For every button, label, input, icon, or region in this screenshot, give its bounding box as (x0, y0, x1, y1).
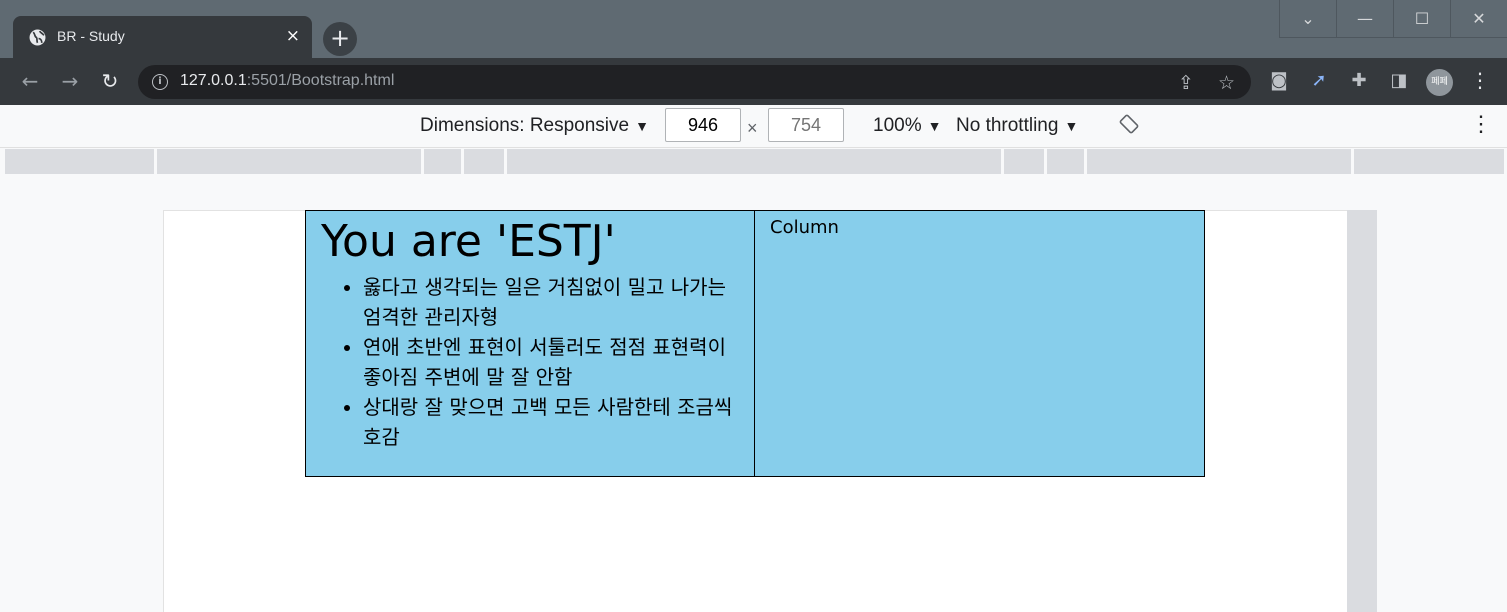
column-left: You are 'ESTJ' 옳다고 생각되는 일은 거침없이 밀고 나가는 엄… (305, 210, 755, 477)
zoom-dropdown[interactable]: 100% ▼ (873, 115, 941, 137)
page-heading: You are 'ESTJ' (321, 216, 616, 267)
close-window-icon[interactable]: ✕ (1450, 0, 1507, 38)
window-controls: ⌄ — ☐ ✕ (1279, 0, 1507, 38)
browser-tab[interactable]: BR - Study × (13, 16, 312, 58)
throttling-value: No throttling (956, 115, 1059, 136)
cursor-extension-icon[interactable]: ➚ (1307, 70, 1331, 91)
site-info-icon[interactable]: i (152, 74, 168, 90)
forward-icon[interactable]: → (57, 68, 83, 94)
list-item: 연애 초반엔 표현이 서툴러도 점점 표현력이 좋아짐 주변에 말 잘 안함 (363, 332, 739, 392)
url-host: 127.0.0.1 (180, 72, 247, 89)
dimensions-label: Dimensions: Responsive (420, 115, 630, 136)
list-item: 옳다고 생각되는 일은 거침없이 밀고 나가는 엄격한 관리자형 (363, 272, 739, 332)
url-path: :5501/Bootstrap.html (246, 72, 395, 89)
caret-down-icon: ▼ (1064, 118, 1079, 134)
device-toolbar: Dimensions: Responsive ▼ × 100% ▼ No throt… (0, 105, 1507, 148)
trait-list: 옳다고 생각되는 일은 거침없이 밀고 나가는 엄격한 관리자형 연애 초반엔 … (321, 272, 739, 452)
reload-icon[interactable]: ↻ (97, 68, 123, 94)
globe-icon (29, 29, 46, 46)
maximize-icon[interactable]: ☐ (1393, 0, 1450, 38)
bootstrap-row: You are 'ESTJ' 옳다고 생각되는 일은 거침없이 밀고 나가는 엄… (305, 210, 1205, 477)
width-input[interactable] (665, 108, 741, 142)
back-icon[interactable]: ← (17, 68, 43, 94)
media-query-segment[interactable] (424, 149, 461, 174)
media-query-segment[interactable] (5, 149, 154, 174)
side-panel-icon[interactable]: ◨ (1387, 70, 1411, 91)
height-input[interactable] (768, 108, 844, 142)
media-query-segment[interactable] (1047, 149, 1084, 174)
camera-icon[interactable]: ◙ (1267, 70, 1291, 91)
media-query-segment[interactable] (507, 149, 1001, 174)
bookmark-star-icon[interactable]: ☆ (1218, 72, 1235, 94)
caret-down-icon: ▼ (635, 118, 649, 134)
new-tab-button[interactable]: + (323, 22, 357, 56)
tab-title: BR - Study (57, 28, 125, 44)
zoom-value: 100% (873, 115, 922, 136)
tab-close-icon[interactable]: × (286, 26, 300, 46)
more-options-icon[interactable]: ⋮ (1470, 111, 1492, 137)
media-query-segment[interactable] (1087, 149, 1351, 174)
tab-search-icon[interactable]: ⌄ (1279, 0, 1336, 38)
resize-handle[interactable] (1347, 210, 1377, 612)
dimension-separator: × (747, 118, 758, 138)
share-icon[interactable]: ⇪ (1178, 72, 1194, 94)
media-query-segment[interactable] (464, 149, 504, 174)
browser-toolbar: ← → ↻ i 127.0.0.1:5501/Bootstrap.html ⇪ … (0, 58, 1507, 105)
media-query-segment[interactable] (1004, 149, 1044, 174)
media-query-bar (5, 149, 1504, 174)
chrome-menu-icon[interactable]: ⋮ (1470, 68, 1490, 92)
profile-avatar[interactable]: 페페 (1426, 69, 1453, 96)
minimize-icon[interactable]: — (1336, 0, 1393, 38)
rotate-icon[interactable] (1118, 113, 1140, 135)
url-text: 127.0.0.1:5501/Bootstrap.html (180, 72, 394, 90)
throttling-dropdown[interactable]: No throttling ▼ (956, 115, 1078, 137)
dimensions-dropdown[interactable]: Dimensions: Responsive ▼ (420, 115, 649, 137)
media-query-segment[interactable] (157, 149, 421, 174)
column-right: Column (755, 210, 1205, 477)
tab-strip: BR - Study × + ⌄ — ☐ ✕ (0, 0, 1507, 58)
address-bar[interactable]: i 127.0.0.1:5501/Bootstrap.html ⇪ ☆ (138, 65, 1251, 99)
extensions-puzzle-icon[interactable]: ✚ (1347, 70, 1371, 91)
caret-down-icon: ▼ (927, 118, 942, 134)
media-query-segment[interactable] (1354, 149, 1504, 174)
column-text: Column (770, 217, 839, 238)
list-item: 상대랑 잘 맞으면 고백 모든 사람한테 조금씩 호감 (363, 392, 739, 452)
